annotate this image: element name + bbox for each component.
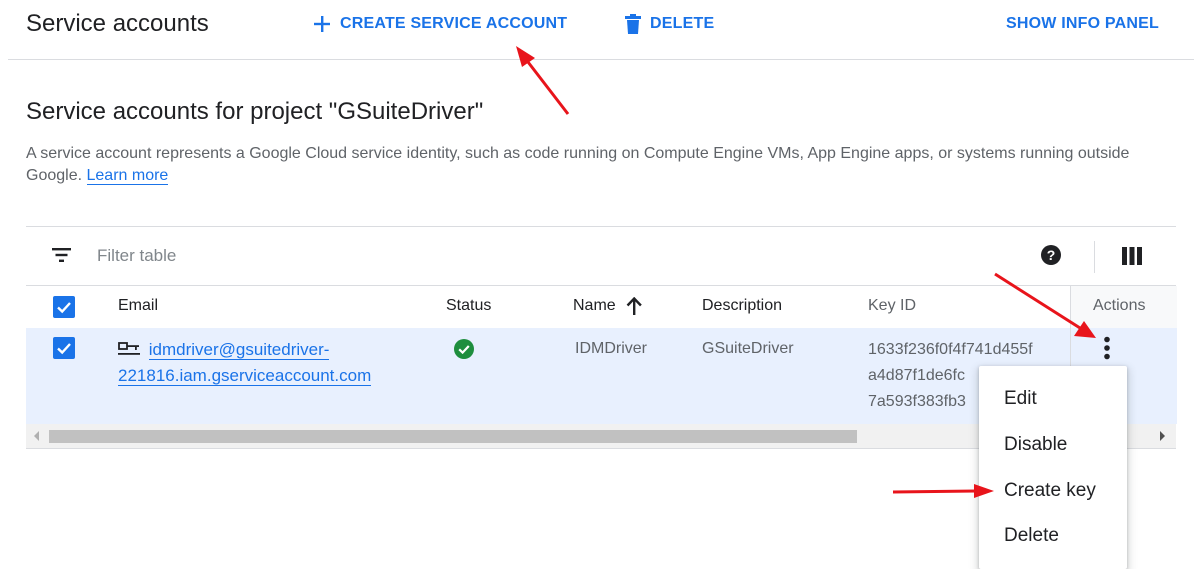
column-display-icon[interactable] [1122, 247, 1142, 265]
menu-item-delete[interactable]: Delete [979, 514, 1127, 558]
plus-icon [314, 16, 330, 32]
menu-item-disable[interactable]: Disable [979, 423, 1127, 467]
checkmark-icon [57, 343, 71, 355]
learn-more-link[interactable]: Learn more [86, 167, 169, 185]
menu-item-disable-label: Disable [1004, 434, 1068, 455]
top-toolbar: Service accounts CREATE SERVICE ACCOUNT … [0, 0, 1194, 60]
key-id-line-3: 7a593f383fb3 [868, 393, 966, 410]
column-header-actions: Actions [1070, 286, 1177, 328]
status-enabled-icon [454, 339, 474, 359]
column-header-actions-label: Actions [1093, 297, 1146, 314]
column-header-name-label: Name [573, 297, 616, 314]
actions-menu: Edit Disable Create key Delete [979, 366, 1127, 569]
menu-item-edit-label: Edit [1004, 388, 1037, 409]
filter-icon[interactable] [52, 247, 72, 263]
column-header-status[interactable]: Status [446, 297, 491, 315]
row-checkbox[interactable] [53, 337, 75, 359]
description-text: A service account represents a Google Cl… [26, 145, 1130, 184]
trash-icon [625, 14, 641, 34]
sort-ascending-icon [626, 297, 642, 315]
scrollbar-thumb[interactable] [49, 430, 857, 443]
create-service-account-button[interactable]: CREATE SERVICE ACCOUNT [312, 14, 567, 34]
toolbar-separator [1094, 241, 1095, 273]
key-id-line-1: 1633f236f0f4f741d455f [868, 341, 1033, 358]
more-vert-icon[interactable] [1103, 336, 1111, 360]
email-cell: idmdriver@gsuitedriver- 221816.iam.gserv… [118, 337, 418, 389]
filter-bar: Filter table ? [26, 226, 1176, 286]
key-id-line-2: a4d87f1de6fc [868, 367, 965, 384]
service-account-email-link[interactable]: idmdriver@gsuitedriver- [148, 340, 330, 360]
service-account-email-link-line2[interactable]: 221816.iam.gserviceaccount.com [118, 366, 372, 386]
create-service-account-label: CREATE SERVICE ACCOUNT [340, 15, 568, 32]
column-header-description[interactable]: Description [702, 297, 782, 315]
section-title: Service accounts for project "GSuiteDriv… [26, 98, 484, 125]
page-title: Service accounts [26, 10, 209, 37]
description-cell: GSuiteDriver [702, 340, 794, 357]
menu-item-create-key-label: Create key [1004, 480, 1096, 501]
delete-button[interactable]: DELETE [624, 14, 714, 34]
toolbar-divider [8, 59, 1194, 60]
select-all-checkbox[interactable] [53, 296, 75, 318]
name-cell: IDMDriver [575, 340, 647, 357]
show-info-panel-button[interactable]: SHOW INFO PANEL [1006, 15, 1159, 33]
svg-text:?: ? [1047, 247, 1056, 263]
column-header-key-id[interactable]: Key ID [868, 297, 916, 315]
scroll-left-arrow-icon[interactable] [34, 431, 39, 441]
delete-label: DELETE [650, 15, 715, 32]
menu-item-edit[interactable]: Edit [979, 377, 1127, 421]
filter-input[interactable]: Filter table [97, 246, 176, 266]
table-header-row: Email Status Name Description Key ID Act… [26, 285, 1177, 329]
column-header-email[interactable]: Email [118, 297, 158, 315]
service-account-key-icon [118, 342, 140, 355]
checkmark-icon [57, 302, 71, 314]
menu-item-delete-label: Delete [1004, 525, 1059, 546]
section-description: A service account represents a Google Cl… [26, 143, 1176, 187]
column-header-name[interactable]: Name [573, 297, 642, 315]
help-icon[interactable]: ? [1041, 245, 1061, 265]
scroll-right-arrow-icon[interactable] [1160, 431, 1165, 441]
menu-item-create-key[interactable]: Create key [979, 469, 1127, 513]
